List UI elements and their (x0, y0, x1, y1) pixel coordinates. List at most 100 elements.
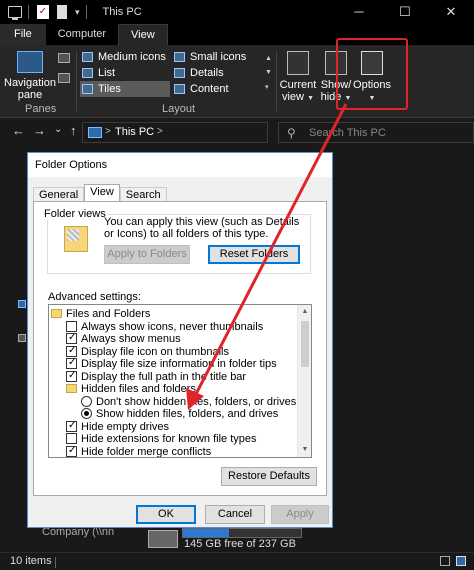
layout-content-label: Content (190, 83, 229, 95)
close-button[interactable]: ✕ (428, 0, 474, 24)
tree-scrollbar[interactable]: ▲ ▼ (297, 305, 311, 457)
tree-item-label: Files and Folders (66, 308, 151, 320)
recent-locations-button[interactable]: ⌄ (54, 124, 62, 135)
current-view-label-1: Current (279, 79, 317, 91)
navigation-pane-label-1: Navigation (4, 77, 56, 89)
current-view-caret-icon: ▼ (307, 95, 314, 102)
drive-usage-bar (182, 528, 302, 538)
checkbox[interactable] (66, 433, 77, 444)
tab-view[interactable]: View (118, 24, 168, 45)
current-view-icon (287, 51, 309, 75)
ribbon-separator (76, 51, 77, 111)
tree-item-label: Hide empty drives (81, 420, 170, 433)
navigation-pane-icon (17, 51, 43, 73)
breadcrumb-separator[interactable]: > (105, 126, 111, 137)
tree-item-label: Display file icon on thumbnails (81, 345, 229, 358)
checkbox[interactable] (66, 420, 77, 432)
folder-views-description: You can apply this view (such as Details… (104, 216, 300, 240)
forward-button[interactable]: → (33, 123, 46, 138)
folder-icon (64, 226, 88, 252)
folder-options-dialog: Folder Options General View Search Folde… (27, 152, 333, 528)
layout-tiles[interactable]: Tiles (80, 81, 170, 97)
tiles-icon (82, 84, 93, 94)
minimize-button[interactable]: ─ (336, 0, 382, 24)
details-view-icon[interactable] (440, 556, 450, 566)
breadcrumb-this-pc[interactable]: This PC (115, 126, 154, 138)
search-placeholder: Search This PC (309, 127, 386, 139)
content-icon (174, 84, 185, 94)
large-icons-view-icon[interactable] (456, 556, 466, 566)
layout-medium-icons-label: Medium icons (98, 51, 166, 63)
checkbox[interactable] (66, 445, 77, 457)
up-button[interactable]: ↑ (70, 123, 77, 138)
layout-scroll-down-icon[interactable]: ▼ (265, 69, 272, 76)
breadcrumb-separator[interactable]: > (157, 126, 163, 137)
layout-small-icons[interactable]: Small icons (172, 49, 262, 65)
item-count: 10 items (10, 555, 52, 567)
layout-more-icon[interactable]: ▾ (265, 83, 269, 91)
apply-button[interactable]: Apply (271, 505, 329, 524)
restore-defaults-button[interactable]: Restore Defaults (221, 467, 317, 486)
navigation-pane-label-2: pane (17, 89, 43, 101)
navigation-pane-button[interactable]: Navigation pane (4, 49, 56, 101)
details-pane-icon[interactable] (58, 73, 70, 83)
radio-button[interactable] (81, 395, 92, 407)
tab-search[interactable]: Search (119, 187, 167, 202)
tree-item-label: Hidden files and folders (81, 383, 196, 395)
quick-access-dropdown[interactable]: ▾ (75, 7, 80, 18)
tab-general[interactable]: General (33, 187, 85, 202)
layout-tiles-label: Tiles (98, 83, 121, 95)
scroll-up-icon[interactable]: ▲ (298, 305, 311, 319)
properties-quick-access-icon[interactable]: ✓ (37, 5, 49, 19)
advanced-settings-label: Advanced settings: (48, 291, 141, 303)
search-box[interactable]: ⚲ Search This PC (278, 122, 474, 143)
address-bar[interactable]: > This PC > (82, 122, 268, 143)
status-separator (55, 557, 56, 568)
network-icon[interactable] (18, 300, 26, 308)
checkbox[interactable] (66, 320, 77, 332)
search-icon: ⚲ (287, 126, 296, 140)
status-bar: 10 items (0, 552, 474, 570)
layout-gallery: Medium icons Small icons List Details Ti… (80, 49, 270, 101)
tab-view[interactable]: View (84, 184, 120, 202)
tree-item-label: Show hidden files, folders, and drives (96, 408, 279, 420)
checkbox[interactable] (66, 370, 77, 382)
scroll-thumb[interactable] (301, 321, 309, 367)
ribbon-separator (276, 51, 277, 111)
new-folder-quick-access-icon[interactable] (57, 5, 67, 19)
current-view-button[interactable]: Current view ▼ (278, 49, 318, 105)
tab-file[interactable]: File (0, 24, 46, 45)
preview-pane-icon[interactable] (58, 53, 70, 63)
drive-icon[interactable] (148, 530, 178, 548)
scroll-down-icon[interactable]: ▼ (298, 443, 311, 457)
layout-list[interactable]: List (80, 65, 170, 81)
tree-item-label: Always show icons, never thumbnails (81, 320, 264, 333)
layout-details-label: Details (190, 67, 224, 79)
reset-folders-button[interactable]: Reset Folders (208, 245, 300, 264)
checkbox[interactable] (66, 345, 77, 357)
layout-content[interactable]: Content (172, 81, 262, 97)
layout-medium-icons[interactable]: Medium icons (80, 49, 170, 65)
apply-to-folders-button[interactable]: Apply to Folders (104, 245, 190, 264)
layout-details[interactable]: Details (172, 65, 262, 81)
checkbox[interactable] (66, 332, 77, 344)
window-title: This PC (102, 6, 142, 18)
title-separator (85, 5, 87, 19)
radio-button[interactable] (81, 408, 92, 419)
view-tab-page: Folder views You can apply this view (su… (33, 201, 327, 496)
title-separator (28, 5, 29, 19)
cancel-button[interactable]: Cancel (205, 505, 265, 524)
back-button[interactable]: ← (12, 123, 25, 138)
folder-views-legend: Folder views (42, 208, 108, 220)
ok-button[interactable]: OK (136, 505, 196, 524)
maximize-button[interactable]: ☐ (382, 0, 428, 24)
title-bar: ✓ ▾ This PC ─ ☐ ✕ (0, 0, 474, 24)
folder-icon (51, 309, 62, 318)
dialog-tabs: General View Search (33, 184, 167, 202)
drive-free-space: 145 GB free of 237 GB (184, 538, 296, 550)
advanced-settings-tree[interactable]: Hide folder merge conflictsHide extensio… (48, 304, 312, 458)
layout-scroll-up-icon[interactable]: ▲ (265, 55, 272, 62)
tab-computer[interactable]: Computer (46, 24, 118, 45)
checkbox[interactable] (66, 357, 77, 369)
computer-icon[interactable] (18, 334, 26, 342)
